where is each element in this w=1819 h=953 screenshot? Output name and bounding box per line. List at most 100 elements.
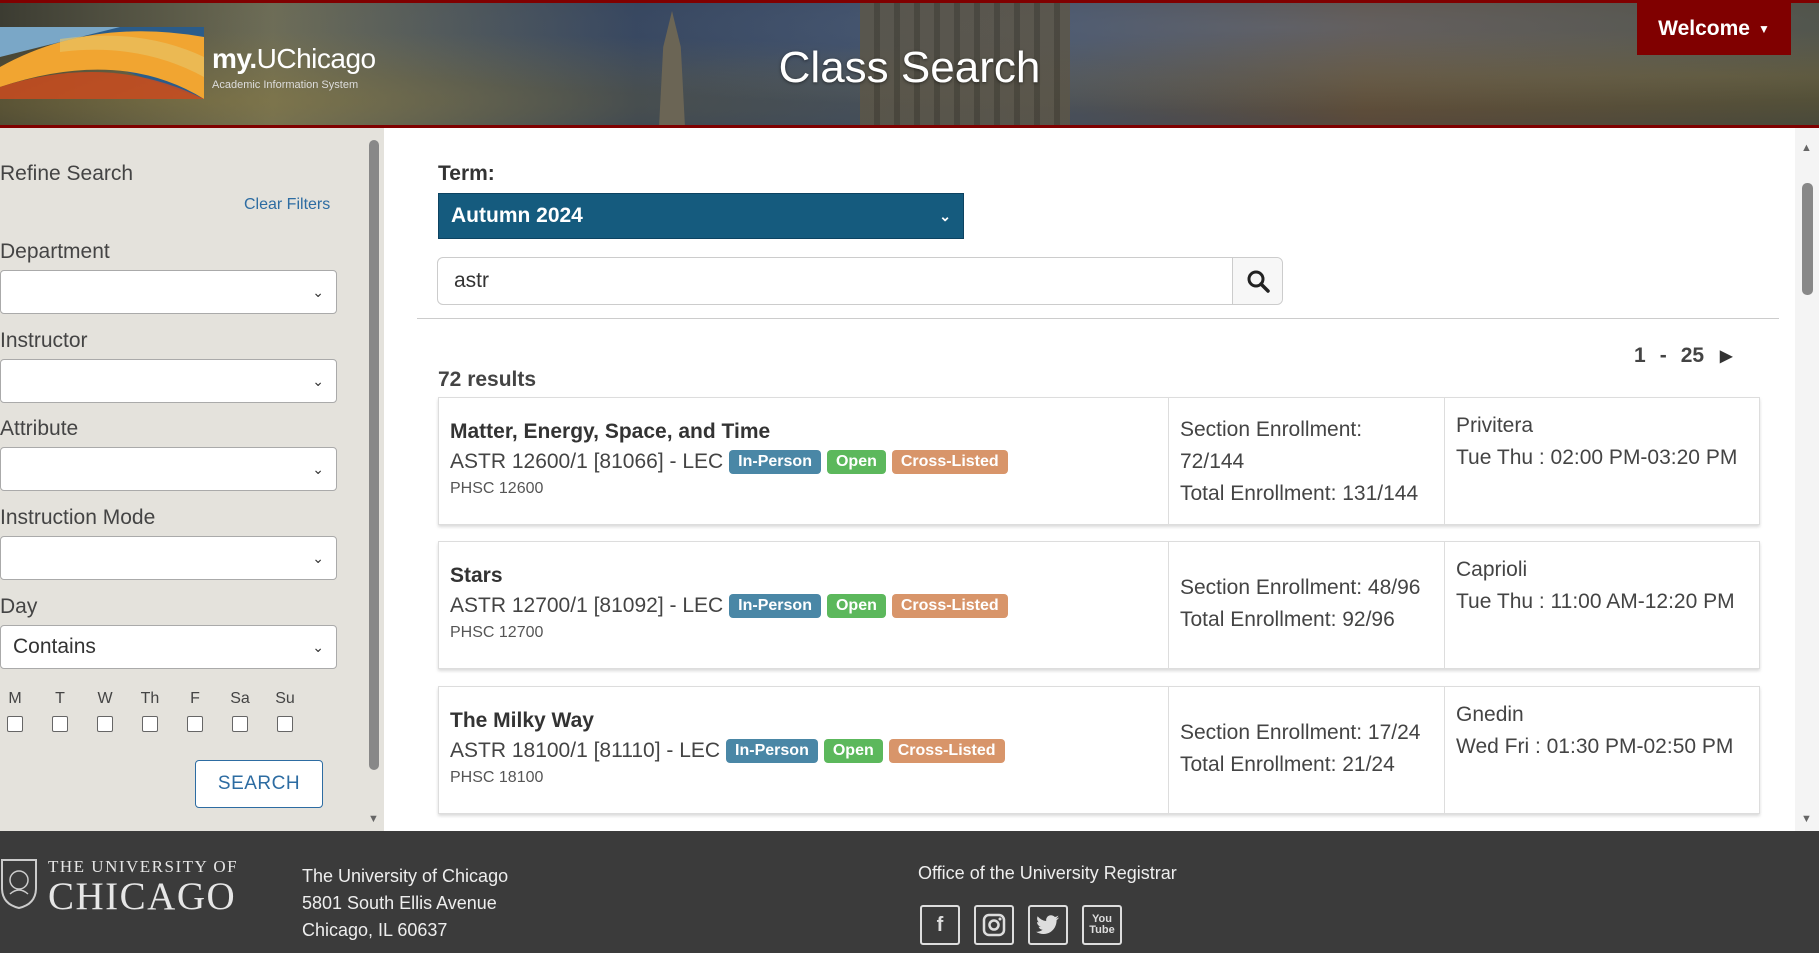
page-range-end: 25 [1680,344,1705,367]
divider [417,318,1779,319]
day-friday[interactable]: F [180,690,210,732]
day-tuesday[interactable]: T [45,690,75,732]
course-code: ASTR 18100/1 [81110] - LEC [450,739,721,762]
sidebar-scrollbar[interactable]: ▼ [362,128,384,831]
course-code: ASTR 12600/1 [81066] - LEC [450,450,724,473]
department-label: Department [0,240,110,263]
day-thursday[interactable]: Th [135,690,165,732]
term-select[interactable]: Autumn 2024 ⌄ [438,193,964,239]
next-page-icon[interactable]: ▶ [1720,346,1732,366]
day-match-value: Contains [13,635,96,658]
day-checkbox[interactable] [97,716,113,732]
address-line-3: Chicago, IL 60637 [302,920,448,940]
search-button[interactable]: SEARCH [195,760,323,808]
day-checkbox[interactable] [7,716,23,732]
instruction-mode-select[interactable]: ⌄ [0,536,337,580]
day-checkbox[interactable] [232,716,248,732]
university-wordmark[interactable]: THE UNIVERSITY OF CHICAGO [48,857,238,917]
total-enrollment: Total Enrollment: 131/144 [1180,482,1419,505]
day-label-sa: Sa [230,690,250,707]
day-label-w: W [97,690,113,707]
scroll-down-arrow-icon[interactable]: ▼ [1801,813,1812,825]
page-header: my.UChicago Academic Information System … [0,0,1819,128]
refine-search-heading: Refine Search [0,162,134,185]
class-search-input[interactable]: astr [438,258,1232,304]
clear-filters-link[interactable]: Clear Filters [244,196,330,214]
day-checkbox[interactable] [187,716,203,732]
cross-listing: PHSC 12700 [450,624,544,641]
schedule-info: Privitera Tue Thu : 02:00 PM-03:20 PM [1445,398,1759,524]
course-instructor: Caprioli [1456,558,1528,581]
instagram-icon[interactable] [974,905,1014,945]
day-label-th: Th [140,690,160,707]
course-card[interactable]: Stars ASTR 12700/1 [81092] - LEC In-Pers… [438,541,1760,669]
caret-down-icon: ▼ [1757,22,1770,36]
course-info: Stars ASTR 12700/1 [81092] - LEC In-Pers… [439,542,1169,668]
schedule-info: Gnedin Wed Fri : 01:30 PM-02:50 PM [1445,687,1759,813]
scroll-down-arrow-icon[interactable]: ▼ [368,813,379,825]
status-badge: Open [826,450,886,474]
facebook-icon[interactable]: f [920,905,960,945]
course-info: Matter, Energy, Space, and Time ASTR 126… [439,398,1169,524]
results-scrollbar[interactable]: ▲ ▼ [1795,128,1819,831]
enrollment-info: Section Enrollment: 17/24 Total Enrollme… [1169,687,1445,813]
instructor-select[interactable]: ⌄ [0,359,337,403]
status-badge: Open [826,594,886,618]
chevron-down-icon: ⌄ [312,638,324,655]
results-count: 72 results [438,368,537,391]
address-line-2: 5801 South Ellis Avenue [302,893,497,913]
wordmark-top: THE UNIVERSITY OF [48,857,239,876]
day-saturday[interactable]: Sa [225,690,255,732]
instagram-glyph [982,913,1006,937]
day-monday[interactable]: M [0,690,30,732]
total-enrollment: Total Enrollment: 92/96 [1180,608,1395,631]
section-enrollment: Section Enrollment: 48/96 [1180,576,1421,599]
welcome-menu-button[interactable]: Welcome ▼ [1637,3,1791,55]
chevron-down-icon: ⌄ [312,549,324,566]
social-links: f You Tube [920,905,1122,945]
day-checkbox[interactable] [52,716,68,732]
instructor-label: Instructor [0,329,88,352]
course-code-line: ASTR 12700/1 [81092] - LEC In-Person Ope… [450,594,1157,618]
page-range-start: 1 [1634,344,1646,367]
search-submit-button[interactable] [1232,258,1282,304]
page-footer: THE UNIVERSITY OF CHICAGO The University… [0,831,1819,953]
course-card[interactable]: Matter, Energy, Space, and Time ASTR 126… [438,397,1760,525]
day-match-select[interactable]: Contains ⌄ [0,625,337,669]
instruction-mode-badge: In-Person [729,450,821,474]
wordmark-chicago: CHICAGO [48,875,237,918]
course-time: Tue Thu : 11:00 AM-12:20 PM [1456,590,1735,613]
term-value: Autumn 2024 [451,204,583,227]
sidebar-scrollbar-thumb[interactable] [369,140,379,770]
instruction-mode-badge: In-Person [729,594,821,618]
course-code-line: ASTR 18100/1 [81110] - LEC In-Person Ope… [450,739,1157,763]
enrollment-info: Section Enrollment: 48/96 Total Enrollme… [1169,542,1445,668]
welcome-label: Welcome [1658,17,1750,40]
attribute-select[interactable]: ⌄ [0,447,337,491]
course-time: Wed Fri : 01:30 PM-02:50 PM [1456,735,1734,758]
cross-listing: PHSC 12600 [450,480,544,497]
results-scrollbar-thumb[interactable] [1802,183,1813,295]
enrollment-info: Section Enrollment: 72/144 Total Enrollm… [1169,398,1445,524]
search-icon [1247,270,1270,293]
cross-listed-badge: Cross-Listed [891,450,1008,474]
scroll-up-arrow-icon[interactable]: ▲ [1801,142,1812,154]
day-checkbox[interactable] [277,716,293,732]
course-code-line: ASTR 12600/1 [81066] - LEC In-Person Ope… [450,450,1157,474]
course-card[interactable]: The Milky Way ASTR 18100/1 [81110] - LEC… [438,686,1760,814]
twitter-icon[interactable] [1028,905,1068,945]
course-info: The Milky Way ASTR 18100/1 [81110] - LEC… [439,687,1169,813]
course-instructor: Privitera [1456,414,1534,437]
department-select[interactable]: ⌄ [0,270,337,314]
youtube-icon[interactable]: You Tube [1082,905,1122,945]
course-code: ASTR 12700/1 [81092] - LEC [450,594,724,617]
day-checkbox[interactable] [142,716,158,732]
course-title: Stars [450,564,503,587]
course-title: Matter, Energy, Space, and Time [450,420,771,443]
day-sunday[interactable]: Su [270,690,300,732]
status-badge: Open [823,739,883,763]
address-line-1: The University of Chicago [302,866,509,886]
instruction-mode-badge: In-Person [726,739,818,763]
twitter-bird-glyph [1036,915,1059,935]
day-wednesday[interactable]: W [90,690,120,732]
